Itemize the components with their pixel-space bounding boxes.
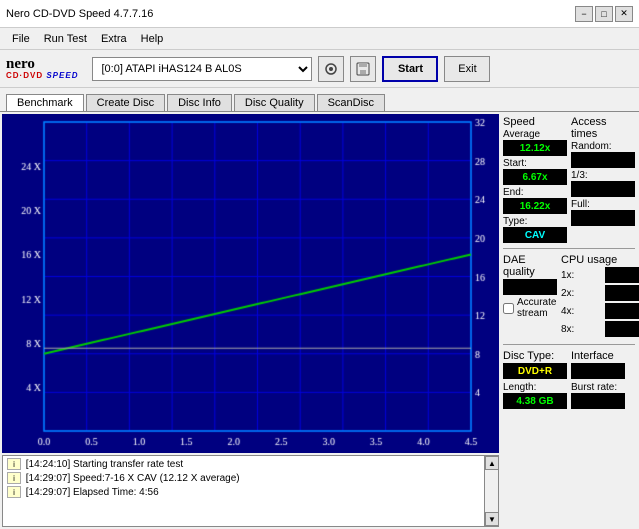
chart-wrapper: i [14:24:10] Starting transfer rate test… (2, 114, 499, 527)
menu-run-test[interactable]: Run Test (38, 32, 93, 46)
tab-benchmark[interactable]: Benchmark (6, 94, 84, 111)
one-third-label: 1/3: (571, 170, 635, 181)
minimize-btn[interactable]: − (575, 6, 593, 22)
save-icon-btn[interactable] (350, 56, 376, 82)
disc-type-title: Disc Type: (503, 350, 567, 362)
log-line-1: i [14:24:10] Starting transfer rate test (7, 458, 480, 472)
tab-create-disc[interactable]: Create Disc (86, 94, 165, 111)
cpu-2x-label: 2x: (561, 288, 605, 299)
title-text: Nero CD-DVD Speed 4.7.7.16 (6, 8, 153, 20)
average-label: Average (503, 129, 567, 140)
menu-extra[interactable]: Extra (95, 32, 133, 46)
divider-1 (503, 248, 635, 249)
log-icon-3: i (7, 486, 21, 498)
disc-section: Disc Type: DVD+R Length: 4.38 GB Interfa… (503, 350, 635, 409)
full-value (571, 210, 635, 226)
start-label: Start: (503, 158, 567, 169)
full-label: Full: (571, 199, 635, 210)
menu-file[interactable]: File (6, 32, 36, 46)
log-line-3: i [14:29:07] Elapsed Time: 4:56 (7, 486, 480, 500)
random-value (571, 152, 635, 168)
scroll-down-arrow[interactable]: ▼ (485, 512, 499, 526)
average-value: 12.12x (503, 140, 567, 156)
cpu-1x-value (605, 267, 639, 283)
scroll-up-arrow[interactable]: ▲ (485, 456, 499, 470)
burst-label: Burst rate: (571, 382, 635, 393)
tab-disc-info[interactable]: Disc Info (167, 94, 232, 111)
tab-scan-disc[interactable]: ScanDisc (317, 94, 385, 111)
nero-logo: nero (6, 56, 78, 73)
type-label: Type: (503, 216, 567, 227)
logo-area: nero CD·DVD SPEED (6, 56, 78, 81)
main-wrapper: i [14:24:10] Starting transfer rate test… (0, 112, 639, 529)
cpu-8x-label: 8x: (561, 324, 605, 335)
cpu-2x-value (605, 285, 639, 301)
end-label: End: (503, 187, 567, 198)
maximize-btn[interactable]: □ (595, 6, 613, 22)
interface-label: Interface (571, 350, 635, 362)
accurate-stream-row: Accuratestream (503, 297, 557, 319)
tab-disc-quality[interactable]: Disc Quality (234, 94, 315, 111)
toolbar: nero CD·DVD SPEED [0:0] ATAPI iHAS124 B … (0, 50, 639, 88)
start-button[interactable]: Start (382, 56, 438, 82)
log-box: i [14:24:10] Starting transfer rate test… (2, 455, 499, 527)
random-label: Random: (571, 141, 635, 152)
chart-box (2, 114, 499, 453)
disc-type-value: DVD+R (503, 363, 567, 379)
menu-help[interactable]: Help (135, 32, 170, 46)
right-panel: Speed Average 12.12x Start: 6.67x End: 1… (499, 112, 639, 529)
speed-title: Speed (503, 116, 567, 128)
close-btn[interactable]: ✕ (615, 6, 633, 22)
length-label: Length: (503, 382, 567, 393)
dae-value (503, 279, 557, 295)
dae-title: DAE quality (503, 254, 557, 278)
cpu-1x-label: 1x: (561, 270, 605, 281)
menu-bar: File Run Test Extra Help (0, 28, 639, 50)
log-content: i [14:24:10] Starting transfer rate test… (3, 456, 484, 526)
burst-value (571, 393, 625, 409)
end-value: 16.22x (503, 198, 567, 214)
length-value: 4.38 GB (503, 393, 567, 409)
window-controls: − □ ✕ (575, 6, 633, 22)
exit-button[interactable]: Exit (444, 56, 490, 82)
dae-cpu-section: DAE quality Accuratestream CPU usage 1x:… (503, 254, 635, 339)
cpu-4x-value (605, 303, 639, 319)
access-title: Access times (571, 116, 635, 140)
log-icon-1: i (7, 458, 21, 470)
accurate-stream-label: Accuratestream (517, 297, 556, 319)
interface-value (571, 363, 625, 379)
one-third-value (571, 181, 635, 197)
cpu-4x-label: 4x: (561, 306, 605, 317)
cpu-title: CPU usage (561, 254, 639, 266)
divider-2 (503, 344, 635, 345)
speed-section: Speed Average 12.12x Start: 6.67x End: 1… (503, 116, 635, 243)
cpu-8x-value (605, 321, 639, 337)
title-bar: Nero CD-DVD Speed 4.7.7.16 − □ ✕ (0, 0, 639, 28)
drive-dropdown[interactable]: [0:0] ATAPI iHAS124 B AL0S (92, 57, 312, 81)
start-value: 6.67x (503, 169, 567, 185)
type-value: CAV (503, 227, 567, 243)
chart-canvas (2, 114, 499, 453)
log-icon-2: i (7, 472, 21, 484)
cdspeed-logo: CD·DVD SPEED (6, 72, 78, 81)
tabs: Benchmark Create Disc Disc Info Disc Qua… (0, 88, 639, 112)
options-icon-btn[interactable] (318, 56, 344, 82)
chart-log-container: i [14:24:10] Starting transfer rate test… (0, 112, 639, 529)
log-scrollbar: ▲ ▼ (484, 456, 498, 526)
log-line-2: i [14:29:07] Speed:7-16 X CAV (12.12 X a… (7, 472, 480, 486)
scroll-track (485, 470, 498, 512)
accurate-stream-checkbox[interactable] (503, 303, 514, 314)
